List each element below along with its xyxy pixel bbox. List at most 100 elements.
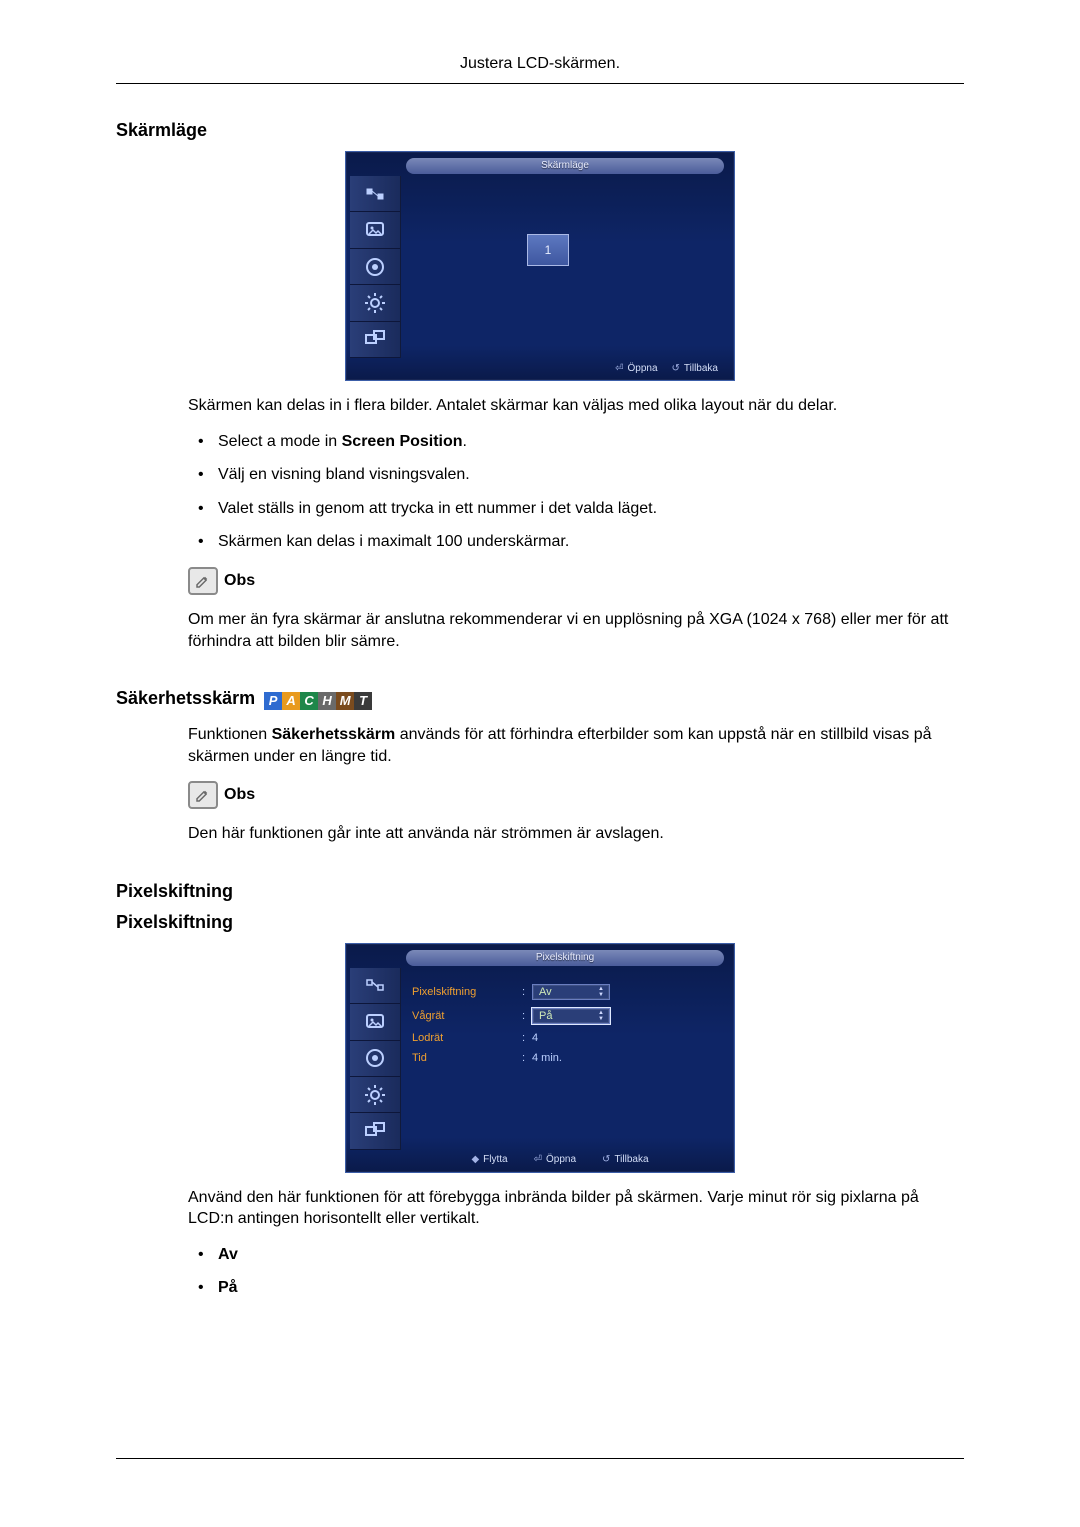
osd-move-hint: ◆ Flytta xyxy=(471,1154,507,1165)
note-text: Den här funktionen går inte att använda … xyxy=(188,823,964,845)
value-text: Av xyxy=(539,986,552,998)
separator: : xyxy=(522,986,532,998)
dropdown-value: Av ▲▼ xyxy=(532,984,610,1000)
setup-gear-icon xyxy=(350,1077,400,1113)
return-icon: ↺ xyxy=(602,1154,610,1165)
osd-back-label: Tillbaka xyxy=(614,1154,648,1165)
sound-icon xyxy=(350,1041,400,1077)
row-label: Pixelskiftning xyxy=(412,986,522,998)
osd-title-tab: Pixelskiftning xyxy=(406,950,724,966)
osd-bottom-bar: ◆ Flytta ⏎ Öppna ↺ Tillbaka xyxy=(402,1152,726,1168)
picture-icon xyxy=(350,212,400,248)
header-rule xyxy=(116,83,964,84)
page-header: Justera LCD-skärmen. xyxy=(116,55,964,73)
title-text: Säkerhetsskärm xyxy=(116,688,255,708)
osd-screenshot-1: Skärmläge 1 ⏎ Öppna ↺ Tillbaka xyxy=(116,151,964,381)
osd-content: Pixelskiftning : Av ▲▼ Vågrät : På ▲▼ Lodr… xyxy=(402,968,726,1150)
note-text: Om mer än fyra skärmar är anslutna rekom… xyxy=(188,609,964,652)
sound-icon xyxy=(350,249,400,285)
row-label: Lodrät xyxy=(412,1032,522,1044)
note-pencil-icon xyxy=(188,781,218,809)
paragraph: Använd den här funktionen för att föreby… xyxy=(188,1187,964,1230)
multi-display-icon xyxy=(350,322,400,358)
badge-m-icon: M xyxy=(336,692,354,710)
dropdown-arrows-icon: ▲▼ xyxy=(595,985,607,999)
osd-move-label: Flytta xyxy=(483,1154,507,1165)
bullet-list: Select a mode in Screen Position. Välj e… xyxy=(188,431,964,553)
osd-sidebar xyxy=(350,968,401,1150)
bullet-item: Valet ställs in genom att trycka in ett … xyxy=(188,498,964,520)
input-source-icon xyxy=(350,968,400,1004)
row-value: 4 min. xyxy=(532,1052,716,1064)
section2-body: Funktionen Säkerhetsskärm används för at… xyxy=(188,724,964,845)
osd-title-tab: Skärmläge xyxy=(406,158,724,174)
enter-icon: ⏎ xyxy=(534,1154,542,1165)
dropdown-value-selected: På ▲▼ xyxy=(532,1008,610,1024)
note-heading: Obs xyxy=(188,567,964,595)
badge-p-icon: P xyxy=(264,692,282,710)
enter-icon: ⏎ xyxy=(615,363,623,374)
bold-text: Säkerhetsskärm xyxy=(272,726,396,743)
osd-open-hint: ⏎ Öppna xyxy=(615,363,657,374)
osd-open-label: Öppna xyxy=(546,1154,576,1165)
text: Funktionen xyxy=(188,726,272,743)
bullet-item: På xyxy=(188,1277,964,1299)
section1-body: Skärmen kan delas in i flera bilder. Ant… xyxy=(188,395,964,652)
osd-back-hint: ↺ Tillbaka xyxy=(602,1154,648,1165)
section-title-sakerhetsskarm: Säkerhetsskärm PACHMT xyxy=(116,688,964,710)
separator: : xyxy=(522,1052,532,1064)
section-title-skarmlage: Skärmläge xyxy=(116,120,964,141)
row-label: Tid xyxy=(412,1052,522,1064)
bullet-list: Av På xyxy=(188,1244,964,1299)
text: Select a mode in xyxy=(218,433,342,450)
osd-panel: Pixelskiftning Pixelskiftning : Av ▲▼ Våg… xyxy=(345,943,735,1173)
setup-gear-icon xyxy=(350,285,400,321)
osd-content: 1 xyxy=(402,176,726,358)
picture-icon xyxy=(350,1004,400,1040)
paragraph: Skärmen kan delas in i flera bilder. Ant… xyxy=(188,395,964,417)
separator: : xyxy=(522,1010,532,1022)
row-label: Vågrät xyxy=(412,1010,522,1022)
badge-a-icon: A xyxy=(282,692,300,710)
osd-open-hint: ⏎ Öppna xyxy=(534,1154,576,1165)
bullet-item: Av xyxy=(188,1244,964,1266)
osd-sidebar xyxy=(350,176,401,358)
osd-bottom-bar: ⏎ Öppna ↺ Tillbaka xyxy=(402,360,726,376)
osd-screenshot-2: Pixelskiftning Pixelskiftning : Av ▲▼ Våg… xyxy=(116,943,964,1173)
option-on: På xyxy=(218,1279,238,1296)
badge-h-icon: H xyxy=(318,692,336,710)
bullet-item: Skärmen kan delas i maximalt 100 undersk… xyxy=(188,531,964,553)
bold-text: Screen Position xyxy=(342,433,463,450)
osd-back-label: Tillbaka xyxy=(684,363,718,374)
return-icon: ↺ xyxy=(672,363,680,374)
osd-settings-list: Pixelskiftning : Av ▲▼ Vågrät : På ▲▼ Lodr… xyxy=(412,984,716,1064)
mode-badges: PACHMT xyxy=(264,689,372,710)
section3-body: Använd den här funktionen för att föreby… xyxy=(188,1187,964,1299)
osd-panel: Skärmläge 1 ⏎ Öppna ↺ Tillbaka xyxy=(345,151,735,381)
footer-rule xyxy=(116,1458,964,1459)
note-label: Obs xyxy=(224,572,255,590)
multi-display-icon xyxy=(350,1113,400,1149)
osd-grid-cell: 1 xyxy=(527,234,569,266)
option-off: Av xyxy=(218,1246,238,1263)
section-title-pixelskiftning-2: Pixelskiftning xyxy=(116,912,964,933)
dropdown-arrows-icon: ▲▼ xyxy=(595,1009,607,1023)
note-heading: Obs xyxy=(188,781,964,809)
row-value: 4 xyxy=(532,1032,716,1044)
separator: : xyxy=(522,1032,532,1044)
value-text: På xyxy=(539,1010,552,1022)
bullet-item: Select a mode in Screen Position. xyxy=(188,431,964,453)
paragraph: Funktionen Säkerhetsskärm används för at… xyxy=(188,724,964,767)
input-source-icon xyxy=(350,176,400,212)
badge-t-icon: T xyxy=(354,692,372,710)
osd-back-hint: ↺ Tillbaka xyxy=(672,363,718,374)
move-icon: ◆ xyxy=(471,1154,479,1165)
note-label: Obs xyxy=(224,786,255,804)
section-title-pixelskiftning-1: Pixelskiftning xyxy=(116,881,964,902)
note-pencil-icon xyxy=(188,567,218,595)
text: . xyxy=(463,433,467,450)
bullet-item: Välj en visning bland visningsvalen. xyxy=(188,464,964,486)
document-page: Justera LCD-skärmen. Skärmläge Skärmläge… xyxy=(0,0,1080,1527)
badge-c-icon: C xyxy=(300,692,318,710)
osd-open-label: Öppna xyxy=(627,363,657,374)
